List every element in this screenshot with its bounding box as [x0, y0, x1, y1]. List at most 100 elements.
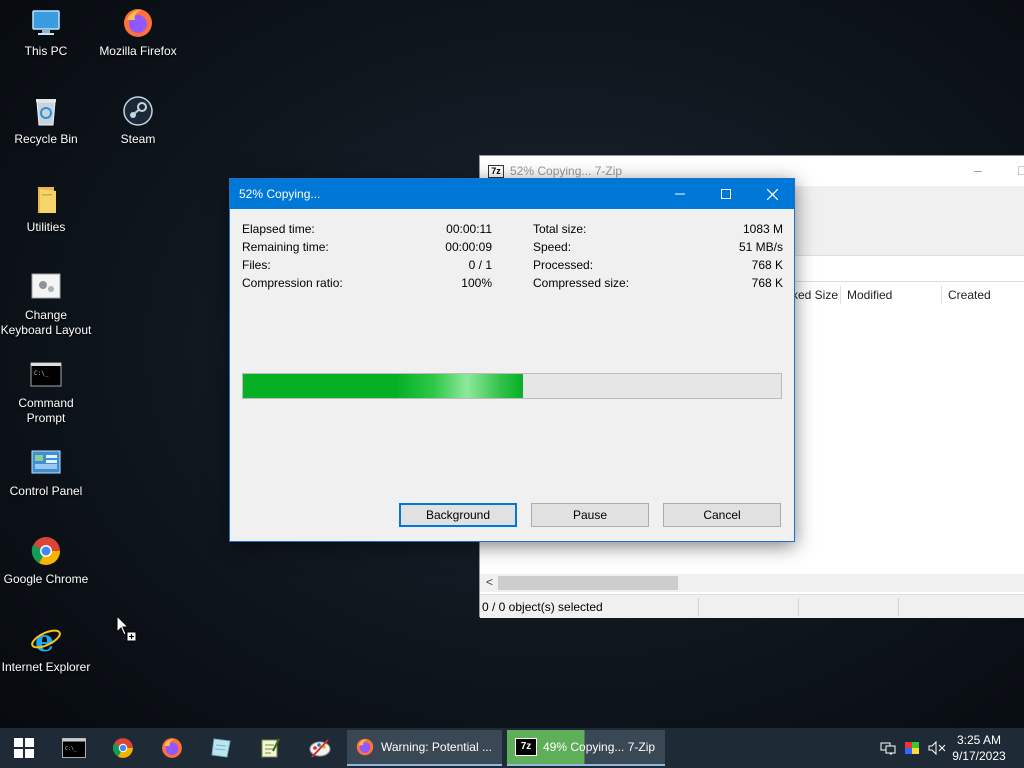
info-value: 51 MB/s: [738, 240, 783, 254]
selection-status: 0 / 0 object(s) selected: [482, 600, 603, 614]
firefox-icon: [162, 738, 182, 758]
minimize-button[interactable]: [657, 179, 703, 209]
control-panel-icon: [31, 450, 61, 474]
taskbar-notepad[interactable]: [246, 728, 294, 768]
firefox-icon: [356, 738, 374, 756]
windows-logo-icon: [14, 738, 34, 758]
desktop-icon-label: Utilities: [26, 220, 66, 234]
desktop-icon-label: Internet Explorer: [1, 660, 91, 674]
window-title: 52% Copying... 7-Zip: [510, 164, 623, 178]
info-label: Total size:: [533, 222, 587, 236]
column-modified[interactable]: Modified: [847, 288, 892, 302]
taskbar-cmd[interactable]: C:\_: [50, 728, 98, 768]
info-row-compressed-size: Compressed size: 768 K: [533, 276, 783, 294]
status-separator: [898, 598, 899, 616]
desktop-icon-label: Control Panel: [9, 484, 83, 498]
firefox-icon: [124, 9, 152, 37]
column-separator[interactable]: [840, 286, 841, 304]
time-info-panel: Elapsed time: 00:00:11 Remaining time: 0…: [242, 222, 492, 294]
info-label: Speed:: [533, 240, 572, 254]
size-info-panel: Total size: 1083 M Speed: 51 MB/s Proces…: [533, 222, 783, 294]
svg-text:C:\_: C:\_: [65, 746, 78, 752]
info-value: 0 / 1: [468, 258, 492, 272]
info-label: Compression ratio:: [242, 276, 343, 290]
cancel-button[interactable]: Cancel: [663, 503, 781, 527]
desktop-icon-utilities[interactable]: Utilities: [0, 182, 92, 235]
desktop-icon-firefox[interactable]: Mozilla Firefox: [92, 6, 184, 59]
copy-progress-bar: [242, 373, 782, 399]
desktop-icon-label: Change Keyboard Layout: [0, 308, 92, 337]
taskbar-paint[interactable]: [296, 728, 344, 768]
start-button[interactable]: [0, 728, 48, 768]
info-row-compression-ratio: Compression ratio: 100%: [242, 276, 492, 294]
notes-icon: [211, 738, 231, 758]
steam-icon: [123, 96, 153, 126]
desktop-icon-internet-explorer[interactable]: e Internet Explorer: [0, 622, 92, 675]
recycle-bin-icon: [36, 99, 56, 126]
notepad-icon: [261, 738, 280, 758]
info-label: Files:: [242, 258, 271, 272]
ie-icon: e: [31, 624, 61, 656]
info-label: Remaining time:: [242, 240, 329, 254]
pause-button[interactable]: Pause: [531, 503, 649, 527]
progress-fill: [243, 374, 523, 398]
taskbar-task-7zip[interactable]: 7z 49% Copying... 7-Zip: [507, 730, 665, 766]
copy-progress-dialog[interactable]: 52% Copying... Elapsed time: 00:00:11 Re…: [229, 178, 795, 542]
desktop-icon-label: Google Chrome: [3, 572, 89, 586]
info-value: 1083 M: [742, 222, 783, 236]
desktop-icon-google-chrome[interactable]: Google Chrome: [0, 534, 92, 587]
desktop-icon-label: This PC: [24, 44, 68, 58]
maximize-button[interactable]: [703, 179, 749, 209]
taskbar: C:\_ Warning: Potential ... 7z 49% Copyi…: [0, 728, 1024, 768]
status-separator: [798, 598, 799, 616]
info-label: Processed:: [533, 258, 594, 272]
info-value: 768 K: [751, 276, 783, 290]
desktop-icon-label: Steam: [120, 132, 156, 146]
maximize-icon[interactable]: □: [1018, 162, 1024, 178]
desktop-icon-steam[interactable]: Steam: [92, 94, 184, 147]
column-separator[interactable]: [941, 286, 942, 304]
clock-date: 9/17/2023: [952, 749, 1006, 763]
scrollbar-thumb[interactable]: [498, 576, 678, 590]
scroll-left-icon[interactable]: <: [486, 575, 493, 589]
status-bar: 0 / 0 object(s) selected: [480, 594, 1024, 618]
info-row-remaining: Remaining time: 00:00:09: [242, 240, 492, 258]
minimize-icon[interactable]: –: [974, 162, 982, 178]
desktop-icon-change-keyboard-layout[interactable]: Change Keyboard Layout: [0, 270, 92, 338]
info-value: 00:00:09: [445, 240, 492, 254]
info-row-speed: Speed: 51 MB/s: [533, 240, 783, 258]
taskbar-clock[interactable]: 3:25 AM 9/17/2023: [944, 732, 1014, 764]
desktop-icon-command-prompt[interactable]: C:\_ Command Prompt: [0, 358, 92, 426]
desktop-icon-control-panel[interactable]: Control Panel: [0, 446, 92, 499]
network-icon[interactable]: [880, 740, 896, 756]
svg-text:C:\_: C:\_: [34, 370, 49, 377]
task-label: Warning: Potential ...: [381, 740, 492, 754]
task-label: 49% Copying... 7-Zip: [543, 740, 656, 754]
chrome-icon: [31, 537, 60, 565]
info-label: Compressed size:: [533, 276, 630, 290]
status-separator: [698, 598, 699, 616]
taskbar-notes[interactable]: [197, 728, 245, 768]
desktop-icon-label: Recycle Bin: [14, 132, 78, 146]
cmd-icon: C:\_: [30, 362, 62, 387]
7zip-icon: 7z: [488, 164, 504, 178]
taskbar-firefox[interactable]: [148, 728, 196, 768]
taskbar-task-firefox-warning[interactable]: Warning: Potential ...: [347, 730, 502, 766]
background-button[interactable]: Background: [399, 503, 517, 527]
computer-icon: [32, 10, 60, 35]
minimize-icon: [675, 193, 685, 195]
info-row-elapsed: Elapsed time: 00:00:11: [242, 222, 492, 240]
desktop-icon-recycle-bin[interactable]: Recycle Bin: [0, 94, 92, 147]
column-created[interactable]: Created: [948, 288, 991, 302]
keyboard-settings-icon: [31, 273, 61, 299]
column-packed-size[interactable]: ked Size: [792, 288, 838, 302]
info-row-files: Files: 0 / 1: [242, 258, 492, 276]
desktop-icon-this-pc[interactable]: This PC: [0, 6, 92, 59]
taskbar-chrome[interactable]: [99, 728, 147, 768]
info-row-total-size: Total size: 1083 M: [533, 222, 783, 240]
info-label: Elapsed time:: [242, 222, 315, 236]
horizontal-scrollbar[interactable]: <: [480, 574, 1024, 592]
color-display-icon[interactable]: [904, 740, 920, 756]
close-button[interactable]: [749, 179, 795, 209]
folder-icon: [38, 187, 56, 213]
